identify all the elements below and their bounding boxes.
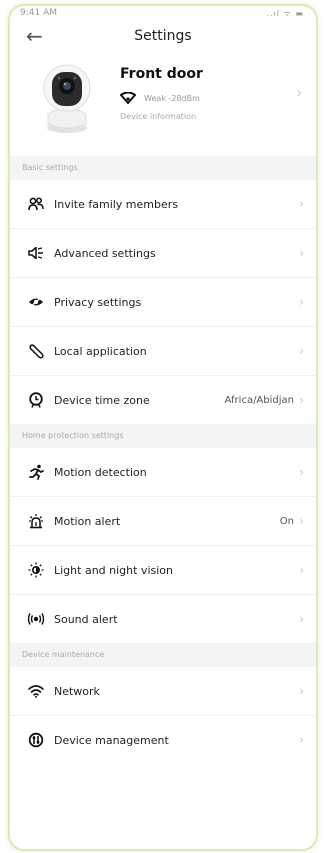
settings-row-network[interactable]: Network › xyxy=(10,667,316,716)
phone-frame: 9:41 AM ..ıl ᯤ ▬ ← Settings Front door W… xyxy=(8,4,318,851)
row-label: Network xyxy=(54,684,100,698)
section-header-home-protection: Home protection settings xyxy=(10,424,316,448)
settings-row-device-management[interactable]: Device management › xyxy=(10,716,316,764)
camera-icon xyxy=(43,64,91,133)
wifi-icon xyxy=(27,682,45,700)
row-label: Invite family members xyxy=(54,197,179,211)
device-gear-icon xyxy=(27,731,45,749)
row-label: Light and night vision xyxy=(54,563,173,577)
settings-row-privacy[interactable]: Privacy settings › xyxy=(10,278,316,327)
wifi-status: Weak -28dBm xyxy=(120,92,200,104)
row-label: Device management xyxy=(54,733,169,747)
chevron-right-icon: › xyxy=(299,197,304,211)
chevron-right-icon: › xyxy=(299,246,304,260)
motion-alert-value: On xyxy=(279,515,294,527)
chevron-right-icon: › xyxy=(299,612,304,626)
clock-icon xyxy=(27,391,45,409)
settings-row-advanced[interactable]: Advanced settings › xyxy=(10,229,316,278)
chevron-right-icon: › xyxy=(299,733,304,747)
time-zone-value: Africa/Abidjan xyxy=(224,394,294,406)
settings-row-sound-alert[interactable]: Sound alert › xyxy=(10,595,316,643)
row-label: Privacy settings xyxy=(54,295,142,309)
chevron-right-icon: › xyxy=(299,514,304,528)
row-label: Local application xyxy=(54,344,147,358)
chevron-right-icon: › xyxy=(296,86,302,101)
wrench-icon xyxy=(27,342,45,360)
chevron-right-icon: › xyxy=(299,465,304,479)
settings-row-invite-family[interactable]: Invite family members › xyxy=(10,180,316,229)
row-label: Motion alert xyxy=(54,514,121,528)
chevron-right-icon: › xyxy=(299,563,304,577)
section-header-device-maintenance: Device maintenance xyxy=(10,643,316,667)
row-label: Advanced settings xyxy=(54,246,156,260)
section-header-basic: Basic settings xyxy=(10,156,316,180)
row-label: Motion detection xyxy=(54,465,147,479)
row-label: Device time zone xyxy=(54,393,150,407)
speaker-icon xyxy=(27,244,45,262)
status-bar: 9:41 AM ..ıl ᯤ ▬ xyxy=(10,6,316,22)
page-title: Settings xyxy=(134,28,192,44)
sun-icon xyxy=(27,561,45,579)
running-icon xyxy=(27,463,45,481)
settings-row-local-application[interactable]: Local application › xyxy=(10,327,316,376)
chevron-right-icon: › xyxy=(299,684,304,698)
users-icon xyxy=(27,195,45,213)
chevron-right-icon: › xyxy=(299,295,304,309)
signal-icon: ..ıl ᯤ ▬ xyxy=(266,9,304,18)
chevron-right-icon: › xyxy=(299,344,304,358)
row-label: Sound alert xyxy=(54,612,118,626)
settings-row-motion-detection[interactable]: Motion detection › xyxy=(10,448,316,497)
status-time: 9:41 AM xyxy=(20,8,57,18)
chevron-right-icon: › xyxy=(299,393,304,407)
nav-bar: ← Settings xyxy=(10,22,316,52)
settings-row-time-zone[interactable]: Device time zone Africa/Abidjan › xyxy=(10,376,316,424)
settings-row-light-night-vision[interactable]: Light and night vision › xyxy=(10,546,316,595)
device-card[interactable]: Front door Weak -28dBm Device informatio… xyxy=(10,52,316,156)
wifi-icon xyxy=(120,92,136,104)
eye-slash-icon xyxy=(27,293,45,311)
device-info-link[interactable]: Device information xyxy=(120,112,196,121)
wifi-strength: Weak -28dBm xyxy=(144,93,200,103)
alarm-icon xyxy=(27,512,45,530)
sound-wave-icon xyxy=(27,610,45,628)
settings-row-motion-alert[interactable]: Motion alert On › xyxy=(10,497,316,546)
device-name: Front door xyxy=(120,66,203,82)
